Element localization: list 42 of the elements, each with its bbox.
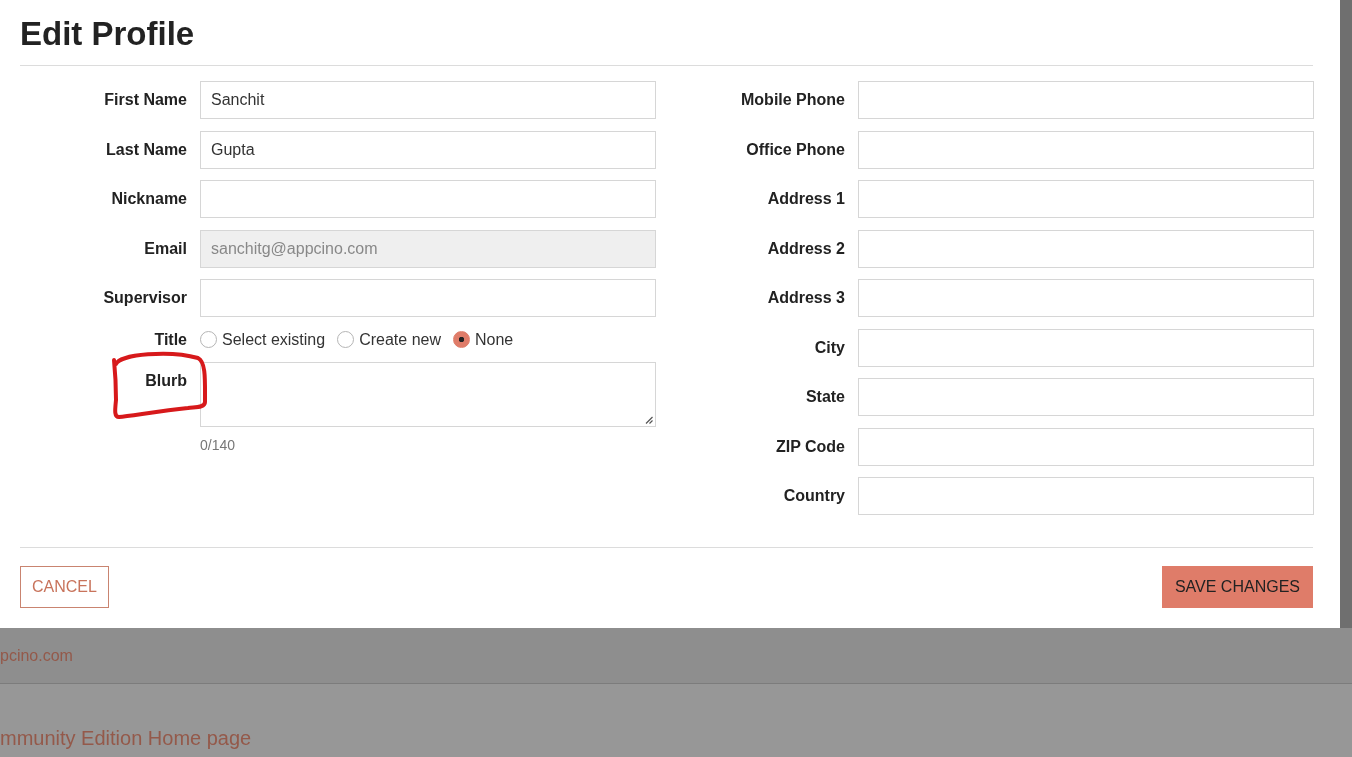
field-label: State — [804, 387, 845, 407]
field-label: Blurb — [144, 371, 187, 391]
field-label: Office Phone — [745, 139, 845, 160]
field-label: Nickname — [110, 189, 187, 209]
radio-icon[interactable] — [200, 331, 217, 348]
character-counter: 0/140 — [200, 436, 237, 454]
text-field[interactable]: Sanchit — [200, 81, 656, 119]
field-label: Supervisor — [102, 288, 187, 308]
background-email-text: pcino.com — [0, 645, 73, 666]
text-field[interactable] — [858, 378, 1314, 416]
field-label: Country — [782, 486, 845, 506]
textarea-field[interactable] — [200, 362, 656, 427]
field-label: City — [813, 337, 845, 358]
text-field[interactable] — [858, 229, 1314, 268]
field-label: Last Name — [105, 139, 187, 160]
field-label: Address 1 — [766, 189, 845, 209]
text-field[interactable] — [858, 130, 1314, 169]
text-field[interactable] — [858, 328, 1314, 367]
resize-handle-icon[interactable] — [645, 416, 653, 424]
radio-option[interactable]: Create new — [337, 328, 441, 351]
field-label: Title — [153, 329, 187, 350]
radio-option[interactable]: Select existing — [200, 328, 326, 351]
field-label: ZIP Code — [774, 436, 845, 457]
text-field[interactable] — [858, 477, 1314, 515]
text-field[interactable] — [858, 180, 1314, 218]
text-field[interactable] — [858, 279, 1314, 317]
radio-icon[interactable] — [337, 331, 355, 348]
radio-option[interactable]: None — [453, 328, 514, 351]
field-label: Address 2 — [766, 238, 845, 259]
field-label: First Name — [103, 90, 187, 110]
radio-icon[interactable] — [453, 331, 470, 348]
field-label: Address 3 — [766, 288, 845, 308]
text-field[interactable] — [200, 180, 656, 218]
text-field[interactable] — [858, 81, 1314, 119]
text-field[interactable]: Gupta — [200, 130, 656, 169]
text-field[interactable] — [200, 279, 656, 317]
field-label: Email — [143, 238, 187, 259]
text-field[interactable] — [858, 427, 1314, 466]
dialog-title: Edit Profile — [20, 14, 195, 54]
field-label: Mobile Phone — [740, 90, 845, 110]
background-page-text: mmunity Edition Home page — [0, 726, 252, 750]
save-button[interactable]: SAVE CHANGES — [1161, 566, 1313, 608]
